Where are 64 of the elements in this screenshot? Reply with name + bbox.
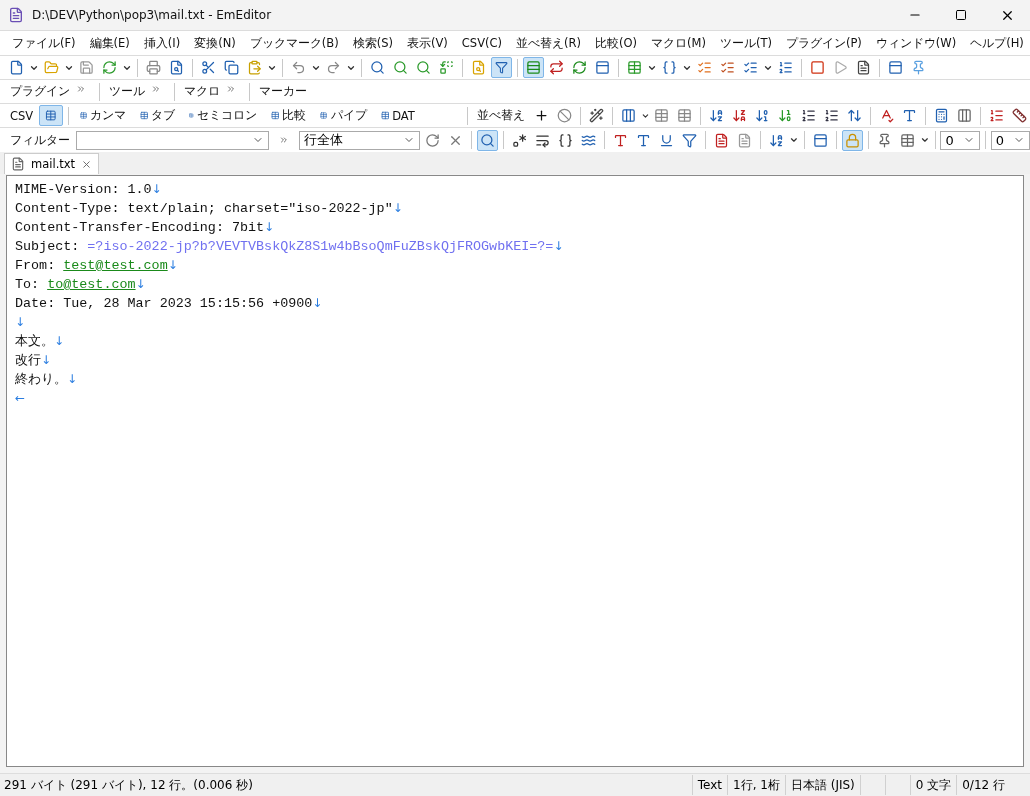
csv-mode-button[interactable]: パイプ — [314, 105, 373, 126]
line-end-mark: ↓ — [553, 238, 564, 255]
status-pane: 1行, 1桁 — [727, 775, 785, 795]
toolbar-label: CSV — [9, 108, 35, 123]
menu-item[interactable]: ヘルプ(H) — [964, 33, 1030, 53]
csv-mode-button[interactable]: セミコロン — [183, 105, 263, 126]
line-end-mark: ↓ — [41, 352, 52, 369]
csv-mode-button[interactable]: DAT — [374, 105, 421, 126]
line-end-mark: ↓ — [67, 371, 78, 388]
menu-item[interactable]: プラグイン(P) — [779, 33, 868, 53]
email-link[interactable]: test@test.com — [63, 256, 168, 275]
line-end-mark: ↓ — [15, 314, 26, 331]
status-pane: 日本語 (JIS) — [784, 775, 860, 795]
toolbar-label: 並べ替え — [475, 108, 526, 123]
text-line: 改行 — [15, 352, 41, 370]
menu-item[interactable]: 挿入(I) — [137, 33, 187, 53]
text-line: 本文。 — [15, 333, 54, 351]
text-line: From: — [15, 257, 57, 275]
csv-mode-button[interactable]: カンマ — [73, 105, 132, 126]
toolbar-label: ツール — [108, 84, 146, 99]
column-to-field[interactable]: 0 — [990, 130, 1030, 150]
status-pane: Text — [691, 775, 727, 795]
column-from-field[interactable]: 0 — [940, 130, 980, 150]
line-end-mark: ↓ — [264, 219, 275, 236]
file-tab[interactable]: mail.txt — [4, 153, 100, 174]
menu-item[interactable]: ファイル(F) — [6, 33, 82, 53]
email-link[interactable]: to@test.com — [47, 275, 136, 294]
status-pane: 0 文字 — [909, 775, 957, 795]
menu-item[interactable]: 並べ替え(R) — [510, 33, 587, 53]
text-line: Content-Type: text/plain; charset="iso-2022-jp" — [15, 200, 393, 218]
text-line: Date: Tue, 28 Mar 2023 15:15:56 +0900 — [15, 295, 313, 313]
menu-item[interactable]: ウィンドウ(W) — [869, 33, 963, 53]
text-line: MIME-Version: 1.0 — [15, 181, 152, 199]
menu-item[interactable]: CSV(C) — [455, 34, 508, 52]
menu-item[interactable]: ブックマーク(B) — [243, 33, 345, 53]
line-end-mark: ← — [15, 390, 26, 407]
scope-combo-field[interactable]: 行全体 — [299, 130, 421, 150]
line-end-mark: ↓ — [135, 276, 146, 293]
text-line: Subject: — [15, 238, 81, 256]
text-line: Content-Transfer-Encoding: 7bit — [15, 219, 265, 237]
menu-item[interactable]: 検索(S) — [346, 33, 399, 53]
text-line: To: — [15, 276, 41, 294]
menu-item[interactable]: 編集(E) — [83, 33, 136, 53]
toolbar-label: マクロ — [183, 84, 221, 99]
encoded-text: =?iso-2022-jp?b?VEVTVBskQkZ8S1w4bBsoQmFuZBskQjFROGwbKEI=?= — [87, 238, 554, 256]
window-title: D:\DEV\Python\pop3\mail.txt - EmEditor — [32, 8, 273, 22]
line-end-mark: ↓ — [151, 181, 162, 198]
menu-item[interactable]: マクロ(M) — [645, 33, 712, 53]
line-end-mark: ↓ — [312, 295, 323, 312]
menu-item[interactable]: 変換(N) — [188, 33, 242, 53]
csv-mode-button[interactable]: 比較 — [264, 105, 313, 126]
menu-item[interactable]: ツール(T) — [713, 33, 778, 53]
line-end-mark: ↓ — [54, 333, 65, 350]
status-text: 291 バイト (291 バイト), 12 行。(0.006 秒) — [3, 776, 254, 794]
status-pane: 0/12 行 — [956, 775, 1010, 795]
filter-label: フィルター — [9, 132, 71, 148]
csv-mode-button[interactable]: タブ — [133, 105, 182, 126]
menu-item[interactable]: 比較(O) — [588, 33, 643, 53]
toolbar-label: プラグイン — [9, 84, 71, 99]
line-end-mark: ↓ — [167, 257, 178, 274]
menu-item[interactable]: 表示(V) — [400, 33, 454, 53]
text-line: 終わり。 — [15, 371, 67, 389]
line-end-mark: ↓ — [392, 200, 403, 217]
toolbar-label: マーカー — [258, 84, 308, 99]
